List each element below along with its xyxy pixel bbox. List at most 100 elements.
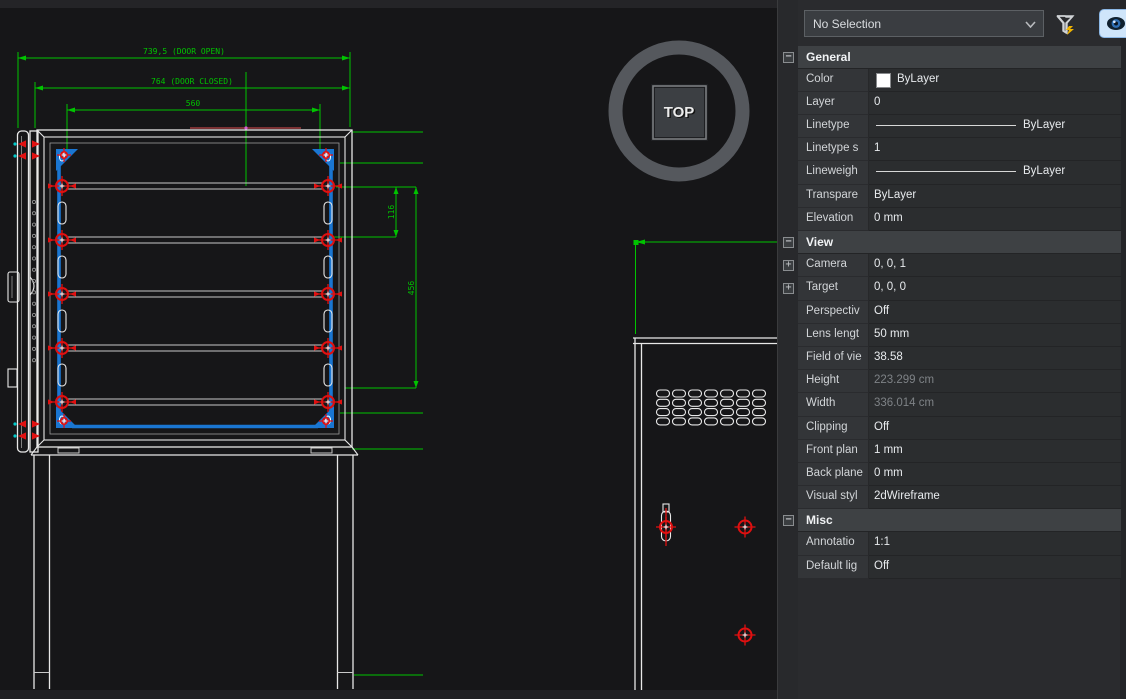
property-value[interactable]: 0, 0, 1 xyxy=(869,254,1121,277)
property-value[interactable]: Off xyxy=(869,301,1121,324)
section-header-general[interactable]: −General xyxy=(798,46,1121,69)
property-row-linetype-s[interactable]: Linetype s1 xyxy=(798,138,1121,161)
property-value[interactable]: ByLayer xyxy=(869,115,1121,138)
property-row-perspectiv[interactable]: PerspectivOff xyxy=(798,301,1121,324)
property-value[interactable]: 2dWireframe xyxy=(869,486,1121,509)
cad-application-window: 739,5 (DOOR OPEN) 764 (DOOR CLOSED) 560 xyxy=(0,0,1126,699)
property-row-layer[interactable]: Layer0 xyxy=(798,92,1121,115)
property-value[interactable]: 38.58 xyxy=(869,347,1121,370)
magenta-node xyxy=(244,126,247,129)
property-label: Perspectiv xyxy=(798,301,869,324)
panel-gutter xyxy=(778,0,798,699)
visibility-toggle-button[interactable] xyxy=(1099,9,1126,38)
property-value[interactable]: 50 mm xyxy=(869,324,1121,347)
property-value[interactable]: ByLayer xyxy=(869,69,1121,92)
chevron-down-icon xyxy=(1025,17,1036,31)
property-row-annotatio[interactable]: Annotatio1:1 xyxy=(798,532,1121,555)
property-label: Visual styl xyxy=(798,486,869,509)
rail-slots xyxy=(58,202,332,386)
expand-icon[interactable]: + xyxy=(783,283,794,294)
dim-door-open: 739,5 (DOOR OPEN) xyxy=(143,47,225,56)
property-value[interactable]: 0 mm xyxy=(869,463,1121,486)
property-label: Camera xyxy=(798,254,869,277)
dim-spacing-large: 456 xyxy=(407,281,416,296)
property-value[interactable]: Off xyxy=(869,417,1121,440)
property-value[interactable]: ByLayer xyxy=(869,161,1121,184)
expand-icon[interactable]: + xyxy=(783,260,794,271)
section-header-misc[interactable]: −Misc xyxy=(798,509,1121,532)
property-value[interactable]: 1 mm xyxy=(869,440,1121,463)
property-label: Linetype xyxy=(798,115,869,138)
property-value[interactable]: Off xyxy=(869,556,1121,579)
property-row-clipping[interactable]: ClippingOff xyxy=(798,417,1121,440)
property-value[interactable]: 1 xyxy=(869,138,1121,161)
property-label: Linetype s xyxy=(798,138,869,161)
property-label: Front plan xyxy=(798,440,869,463)
vent-slots xyxy=(657,390,766,425)
fastener-targets xyxy=(48,148,342,428)
property-label: Default lig xyxy=(798,556,869,579)
property-label: Layer xyxy=(798,92,869,115)
property-label: Transpare xyxy=(798,185,869,208)
property-row-back-plane[interactable]: Back plane0 mm xyxy=(798,463,1121,486)
collapse-icon[interactable]: − xyxy=(783,515,794,526)
dim-door-closed: 764 (DOOR CLOSED) xyxy=(151,77,233,86)
top-view-label: TOP xyxy=(664,104,695,121)
section-header-view[interactable]: −View xyxy=(798,231,1121,254)
eye-icon xyxy=(1106,16,1126,31)
property-row-elevation[interactable]: Elevation0 mm xyxy=(798,208,1121,231)
property-label: Clipping xyxy=(798,417,869,440)
property-row-color[interactable]: ColorByLayer xyxy=(798,69,1121,92)
canvas-top-strip xyxy=(0,0,777,8)
section-title: View xyxy=(806,235,833,249)
collapse-icon[interactable]: − xyxy=(783,52,794,63)
property-value[interactable]: 223.299 cm xyxy=(869,370,1121,393)
property-row-width[interactable]: Width336.014 cm xyxy=(798,393,1121,416)
collapse-icon[interactable]: − xyxy=(783,237,794,248)
property-label: Target xyxy=(798,277,869,300)
property-row-lineweigh[interactable]: LineweighByLayer xyxy=(798,161,1121,184)
property-value[interactable]: ByLayer xyxy=(869,185,1121,208)
property-row-field-of-vie[interactable]: Field of vie38.58 xyxy=(798,347,1121,370)
property-row-linetype[interactable]: LinetypeByLayer xyxy=(798,115,1121,138)
color-swatch xyxy=(876,73,891,88)
property-row-camera[interactable]: +Camera0, 0, 1 xyxy=(798,254,1121,277)
property-label: Height xyxy=(798,370,869,393)
property-row-front-plan[interactable]: Front plan1 mm xyxy=(798,440,1121,463)
drawing-canvas[interactable]: 739,5 (DOOR OPEN) 764 (DOOR CLOSED) 560 xyxy=(0,0,777,699)
properties-panel: No Selection xyxy=(777,0,1126,699)
property-value[interactable]: 1:1 xyxy=(869,532,1121,555)
cabinet-front-view xyxy=(31,130,358,689)
dim-inner-width: 560 xyxy=(186,99,201,108)
property-row-visual-styl[interactable]: Visual styl2dWireframe xyxy=(798,486,1121,509)
property-label: Color xyxy=(798,69,869,92)
properties-grid: −GeneralColorByLayerLayer0LinetypeByLaye… xyxy=(798,46,1121,579)
property-value[interactable]: 0 xyxy=(869,92,1121,115)
mounting-rails xyxy=(56,149,334,428)
property-row-height[interactable]: Height223.299 cm xyxy=(798,370,1121,393)
shelf-lines xyxy=(66,183,322,405)
property-label: Field of vie xyxy=(798,347,869,370)
red-centerline xyxy=(190,126,301,129)
cabinet-top-view xyxy=(633,240,777,691)
dimension-lines: 739,5 (DOOR OPEN) 764 (DOOR CLOSED) 560 xyxy=(18,47,423,675)
property-label: Elevation xyxy=(798,208,869,231)
lookfrom-widget[interactable]: TOP TOP xyxy=(616,48,743,175)
property-row-transpare[interactable]: TranspareByLayer xyxy=(798,185,1121,208)
property-row-target[interactable]: +Target0, 0, 0 xyxy=(798,277,1121,300)
property-label: Lineweigh xyxy=(798,161,869,184)
property-label: Width xyxy=(798,393,869,416)
door-side-profile xyxy=(8,131,40,452)
property-value[interactable]: 0 mm xyxy=(869,208,1121,231)
dim-spacing-small: 116 xyxy=(387,205,396,220)
selection-dropdown[interactable]: No Selection xyxy=(804,10,1044,37)
property-label: Back plane xyxy=(798,463,869,486)
property-row-lens-lengt[interactable]: Lens lengt50 mm xyxy=(798,324,1121,347)
property-row-default-lig[interactable]: Default ligOff xyxy=(798,556,1121,579)
funnel-filter-icon xyxy=(1055,14,1076,35)
property-value[interactable]: 0, 0, 0 xyxy=(869,277,1121,300)
property-value[interactable]: 336.014 cm xyxy=(869,393,1121,416)
filter-button[interactable] xyxy=(1053,12,1077,36)
panel-header: No Selection xyxy=(798,0,1121,45)
property-label: Annotatio xyxy=(798,532,869,555)
